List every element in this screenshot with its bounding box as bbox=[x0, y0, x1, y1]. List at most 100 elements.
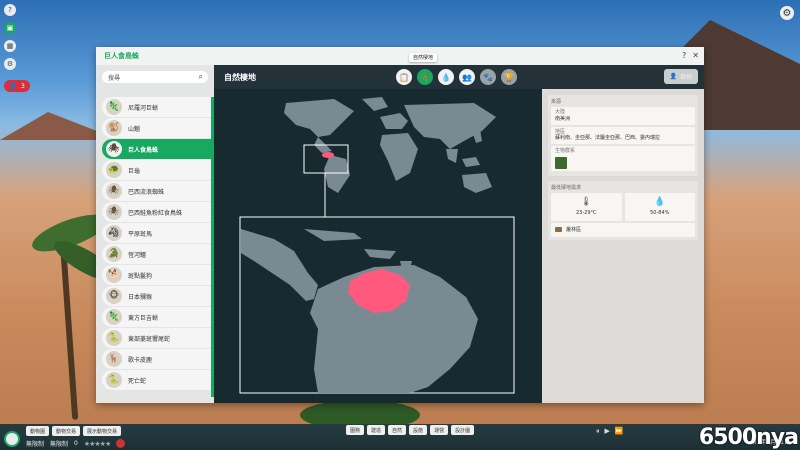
bottom-tab-button[interactable]: 展示動物交易 bbox=[83, 426, 122, 436]
fast-forward-icon[interactable]: ⏩ bbox=[615, 427, 624, 436]
species-label: 尼羅河巨蜥 bbox=[128, 104, 159, 112]
mode-button[interactable]: 園務 bbox=[346, 425, 365, 435]
species-list-item[interactable]: 🕷 巨人食鳥蛛 bbox=[102, 139, 214, 159]
tab-info[interactable]: 📋 bbox=[396, 69, 412, 85]
play-icon[interactable]: ▶ bbox=[605, 427, 610, 436]
origin-header: 來源 bbox=[551, 99, 562, 105]
tortoise-icon: 🐢 bbox=[106, 162, 122, 178]
species-list-item[interactable]: 🐍 死亡蛇 bbox=[102, 370, 214, 390]
tab-diet[interactable]: 💧 bbox=[438, 69, 454, 85]
mode-label: 建造 bbox=[371, 427, 382, 434]
tab-social[interactable]: 👥 bbox=[459, 69, 475, 85]
mode-label: 運營 bbox=[434, 427, 445, 434]
window-title: 巨人食鳥蛛 bbox=[104, 52, 139, 60]
tab-habitat[interactable]: 🌴 bbox=[417, 69, 433, 85]
spider-icon: 🕷 bbox=[106, 204, 122, 220]
species-label: 恆河鱷 bbox=[128, 251, 147, 259]
settings-button[interactable]: ⚙ bbox=[4, 58, 16, 70]
species-list-item[interactable]: 🦎 東方巨吉蜥 bbox=[102, 307, 214, 327]
species-list-item[interactable]: 🐕 斑點鬣狗 bbox=[102, 265, 214, 285]
mode-button[interactable]: 設施 bbox=[409, 425, 428, 435]
calendar-button[interactable]: ▦ bbox=[4, 40, 16, 52]
zebra-icon: 🦓 bbox=[106, 225, 122, 241]
species-label: 日本獼猴 bbox=[128, 293, 153, 301]
window-titlebar: 巨人食鳥蛛 ? ✕ bbox=[96, 47, 704, 65]
alert-dot[interactable] bbox=[116, 439, 126, 448]
species-list: 🦎 尼羅河巨蜥 🐒 山魈 🕷 巨人食鳥蛛 🐢 巨龜 🕷 巴西流浪蜘蛛 🕷 巴西鮭魚粉紅食鳥蛛 🦓 平原斑馬… bbox=[102, 97, 214, 391]
zoom-inset bbox=[239, 216, 515, 394]
bottom-tab-button[interactable]: 動物園 bbox=[26, 426, 50, 436]
origin-section: 來源 大陸 南美洲 地區 蘇利南、圭亞那、法屬圭亞那、巴西、委內瑞拉 生物群系 bbox=[548, 95, 698, 176]
mode-label: 園務 bbox=[350, 427, 361, 434]
species-list-item[interactable]: 🐊 恆河鱷 bbox=[102, 244, 214, 264]
bottom-tab-label: 動物交易 bbox=[56, 428, 77, 435]
bottom-tab-button[interactable]: 動物交易 bbox=[52, 426, 81, 436]
species-list-item[interactable]: 🦌 歌卡皮鹿 bbox=[102, 349, 214, 369]
alert-count: 3 bbox=[21, 82, 25, 90]
pause-icon[interactable]: ⏸ bbox=[596, 427, 600, 436]
world-map bbox=[239, 97, 515, 394]
help-button[interactable]: ? bbox=[4, 4, 16, 16]
search-placeholder: 搜尋 bbox=[108, 74, 121, 82]
star-rating: ★★★★★ bbox=[83, 439, 111, 448]
tab-trophy[interactable]: 🏆 bbox=[501, 69, 517, 85]
guest-count: 0 bbox=[74, 440, 78, 447]
staff-alert-badge[interactable]: 👤 3 bbox=[4, 80, 30, 92]
gharial-icon: 🐊 bbox=[106, 246, 122, 262]
spider-icon: 🕷 bbox=[106, 141, 122, 157]
search-input[interactable]: 搜尋 ⌕ bbox=[102, 71, 208, 83]
species-list-item[interactable]: 🐵 日本獼猴 bbox=[102, 286, 214, 306]
region-value: 蘇利南、圭亞那、法屬圭亞那、巴西、委內瑞拉 bbox=[555, 135, 661, 142]
lizard-icon: 🦎 bbox=[106, 309, 122, 325]
habitat-req-header: 最低棲地需求 bbox=[551, 184, 582, 191]
animal-view-button[interactable]: 👤 動物 bbox=[664, 69, 698, 84]
bottom-tab-label: 展示動物交易 bbox=[87, 428, 118, 435]
mode-button[interactable]: 自然 bbox=[388, 425, 407, 435]
animal-view-label: 動物 bbox=[680, 74, 693, 81]
macaque-icon: 🐵 bbox=[106, 288, 122, 304]
species-list-item[interactable]: 🐍 東部菱斑響尾蛇 bbox=[102, 328, 214, 348]
hyena-icon: 🐕 bbox=[106, 267, 122, 283]
watermark: 6500nya bbox=[698, 425, 799, 450]
species-label: 斑點鬣狗 bbox=[128, 272, 153, 280]
zoopedia-button[interactable]: ▣ bbox=[4, 22, 16, 34]
continent-value: 南美洲 bbox=[555, 115, 571, 122]
species-list-item[interactable]: 🕷 巴西鮭魚粉紅食鳥蛛 bbox=[102, 202, 214, 222]
close-icon[interactable]: ✕ bbox=[692, 51, 699, 60]
species-list-item[interactable]: 🐢 巨龜 bbox=[102, 160, 214, 180]
tab-tooltip: 自然棲地 bbox=[409, 53, 438, 62]
mode-button[interactable]: 建造 bbox=[367, 425, 386, 435]
species-list-panel: 搜尋 ⌕ 🦎 尼羅河巨蜥 🐒 山魈 🕷 巨人食鳥蛛 🐢 巨龜 🕷 巴西流浪蜘蛛 🕷 巴西鮭魚粉紅食鳥蛛… bbox=[96, 65, 214, 403]
mode-button[interactable]: 運營 bbox=[430, 425, 449, 435]
mode-label: 自然 bbox=[392, 427, 403, 434]
mandrill-icon: 🐒 bbox=[106, 120, 122, 136]
species-list-item[interactable]: 🦓 平原斑馬 bbox=[102, 223, 214, 243]
snake-icon: 🐍 bbox=[106, 330, 122, 346]
section-title: 自然棲地 bbox=[224, 72, 256, 82]
species-list-item[interactable]: 🐒 山魈 bbox=[102, 118, 214, 138]
person-icon: 👤 bbox=[9, 82, 17, 90]
mode-label: 設施 bbox=[413, 427, 424, 434]
species-list-item[interactable]: 🕷 巴西流浪蜘蛛 bbox=[102, 181, 214, 201]
okapi-icon: 🦌 bbox=[106, 351, 122, 367]
settings-gear-icon[interactable]: ⚙ bbox=[780, 6, 794, 20]
continent-card: 大陸 南美洲 bbox=[551, 107, 695, 125]
species-label: 巨人食鳥蛛 bbox=[128, 146, 159, 154]
habitat-map bbox=[214, 89, 542, 403]
species-label: 死亡蛇 bbox=[128, 377, 147, 385]
humidity-value: 50-84% bbox=[650, 210, 670, 217]
bottom-mid-tabs: 園務 建造 自然 設施 運營 設計圖 bbox=[346, 425, 475, 435]
species-list-item[interactable]: 🦎 尼羅河巨蜥 bbox=[102, 97, 214, 117]
floor-label: 叢林區 bbox=[566, 227, 582, 234]
content-header: 自然棲地 📋 🌴 💧 👥 🐾 🏆 👤 動物 bbox=[214, 65, 704, 89]
species-label: 東方巨吉蜥 bbox=[128, 314, 159, 322]
help-icon[interactable]: ? bbox=[682, 51, 686, 60]
floor-card: 叢林區 bbox=[551, 222, 695, 237]
zoo-rating-ring[interactable] bbox=[4, 431, 20, 447]
floor-icon bbox=[555, 227, 562, 233]
region-card: 地區 蘇利南、圭亞那、法屬圭亞那、巴西、委內瑞拉 bbox=[551, 126, 695, 144]
tab-enrichment[interactable]: 🐾 bbox=[480, 69, 496, 85]
thermometer-icon: 🌡 bbox=[580, 197, 592, 208]
money-value: 無限制 bbox=[26, 441, 45, 448]
mode-button[interactable]: 設計圖 bbox=[451, 425, 475, 435]
